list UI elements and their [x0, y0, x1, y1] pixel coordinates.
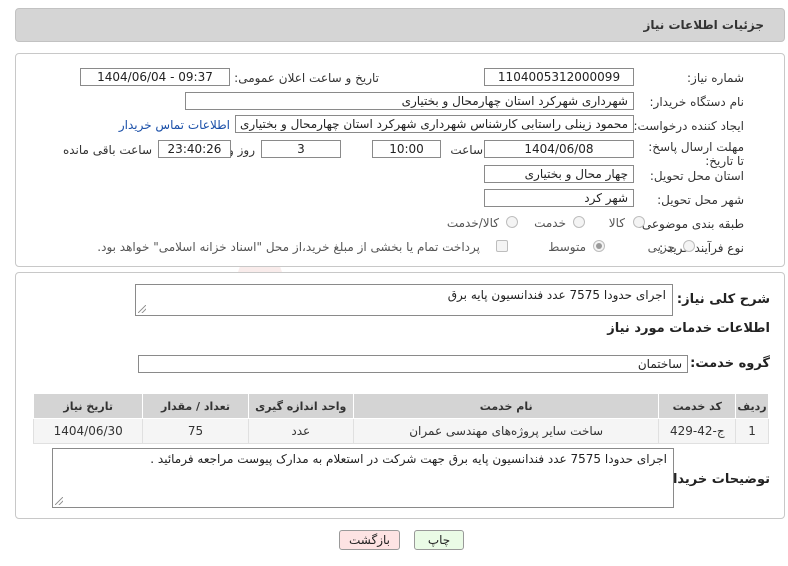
treasury-payment-note: پرداخت تمام یا بخشی از مبلغ خرید،از محل … — [97, 240, 480, 254]
service-group-field: ساختمان — [138, 355, 688, 373]
creator-label: ایجاد کننده درخواست: — [633, 119, 744, 133]
deadline-time-field: 10:00 — [372, 140, 441, 158]
remaining-time-field: 23:40:26 — [158, 140, 231, 158]
cell-unit: عدد — [247, 418, 354, 444]
cell-service-code: ج-42-429 — [658, 418, 737, 444]
category-option-goods-service: کالا/خدمت — [446, 216, 499, 230]
col-service-code: کد خدمت — [658, 393, 737, 419]
services-section-title: اطلاعات خدمات مورد نیاز — [607, 321, 770, 336]
process-option-minor: جزیی — [647, 240, 675, 254]
category-radio-goods[interactable] — [633, 216, 645, 228]
table-header-row: ردیف کد خدمت نام خدمت واحد اندازه گیری ت… — [32, 393, 769, 419]
deadline-time-label: ساعت — [450, 143, 483, 157]
deadline-label: مهلت ارسال پاسخ: تا تاریخ: — [648, 140, 744, 168]
cell-service-name: ساخت سایر پروژه‌های مهندسی عمران — [352, 418, 660, 444]
process-radio-medium[interactable] — [593, 240, 605, 252]
days-label: روز و — [228, 143, 255, 157]
buyer-org-field: شهرداری شهرکرد استان چهارمحال و بختیاری — [185, 92, 634, 110]
summary-text: اجرای حدودا 7575 عدد فندانسیون پایه برق — [447, 288, 666, 302]
services-table: ردیف کد خدمت نام خدمت واحد اندازه گیری ت… — [32, 393, 769, 444]
announce-date-label: تاریخ و ساعت اعلان عمومی: — [234, 71, 379, 85]
city-field: شهر کرد — [484, 189, 634, 207]
service-group-label: گروه خدمت: — [690, 356, 770, 371]
summary-textarea[interactable]: اجرای حدودا 7575 عدد فندانسیون پایه برق — [135, 284, 673, 316]
category-option-service: خدمت — [534, 216, 566, 230]
deadline-date-field: 1404/06/08 — [484, 140, 634, 158]
process-radio-minor[interactable] — [683, 240, 695, 252]
resize-grip-icon[interactable] — [55, 497, 63, 505]
buyer-notes-label: توضیحات خریدار: — [660, 472, 770, 487]
remaining-label: ساعت باقی مانده — [62, 143, 152, 157]
creator-field: محمود زینلی راستابی کارشناس شهرداری شهرک… — [235, 115, 634, 133]
print-button[interactable]: چاپ — [414, 530, 464, 550]
page-title: جزئیات اطلاعات نیاز — [643, 18, 764, 32]
back-button[interactable]: بازگشت — [339, 530, 400, 550]
province-label: استان محل تحویل: — [649, 169, 744, 183]
col-need-date: تاریخ نیاز — [32, 393, 144, 419]
days-remaining-field: 3 — [261, 140, 341, 158]
summary-label: شرح کلی نیاز: — [676, 292, 770, 307]
announce-date-field: 1404/06/04 - 09:37 — [80, 68, 230, 86]
process-option-medium: متوسط — [548, 240, 586, 254]
col-quantity: تعداد / مقدار — [142, 393, 249, 419]
cell-row-number: 1 — [735, 418, 769, 444]
cell-quantity: 75 — [142, 418, 249, 444]
col-row-number: ردیف — [735, 393, 769, 419]
table-row: 1 ج-42-429 ساخت سایر پروژه‌های مهندسی عم… — [32, 418, 769, 444]
panel-header: جزئیات اطلاعات نیاز — [15, 8, 785, 42]
category-option-goods: کالا — [608, 216, 625, 230]
col-service-name: نام خدمت — [352, 393, 660, 419]
need-number-field: 1104005312000099 — [484, 68, 634, 86]
buyer-org-label: نام دستگاه خریدار: — [649, 95, 745, 109]
need-number-label: شماره نیاز: — [687, 71, 744, 85]
city-label: شهر محل تحویل: — [657, 193, 744, 207]
buyer-contact-link[interactable]: اطلاعات تماس خریدار — [119, 118, 230, 132]
col-unit: واحد اندازه گیری — [247, 393, 354, 419]
buyer-notes-text: اجرای حدودا 7575 عدد فندانسیون پایه برق … — [150, 452, 667, 466]
category-radio-service[interactable] — [573, 216, 585, 228]
resize-grip-icon[interactable] — [138, 305, 146, 313]
category-radio-goods-service[interactable] — [506, 216, 518, 228]
province-field: چهار محال و بختیاری — [484, 165, 634, 183]
treasury-payment-checkbox[interactable] — [496, 240, 508, 252]
category-label: طبقه بندی موضوعی: — [637, 217, 744, 231]
buyer-notes-textarea[interactable]: اجرای حدودا 7575 عدد فندانسیون پایه برق … — [52, 448, 674, 508]
cell-need-date: 1404/06/30 — [32, 418, 144, 444]
